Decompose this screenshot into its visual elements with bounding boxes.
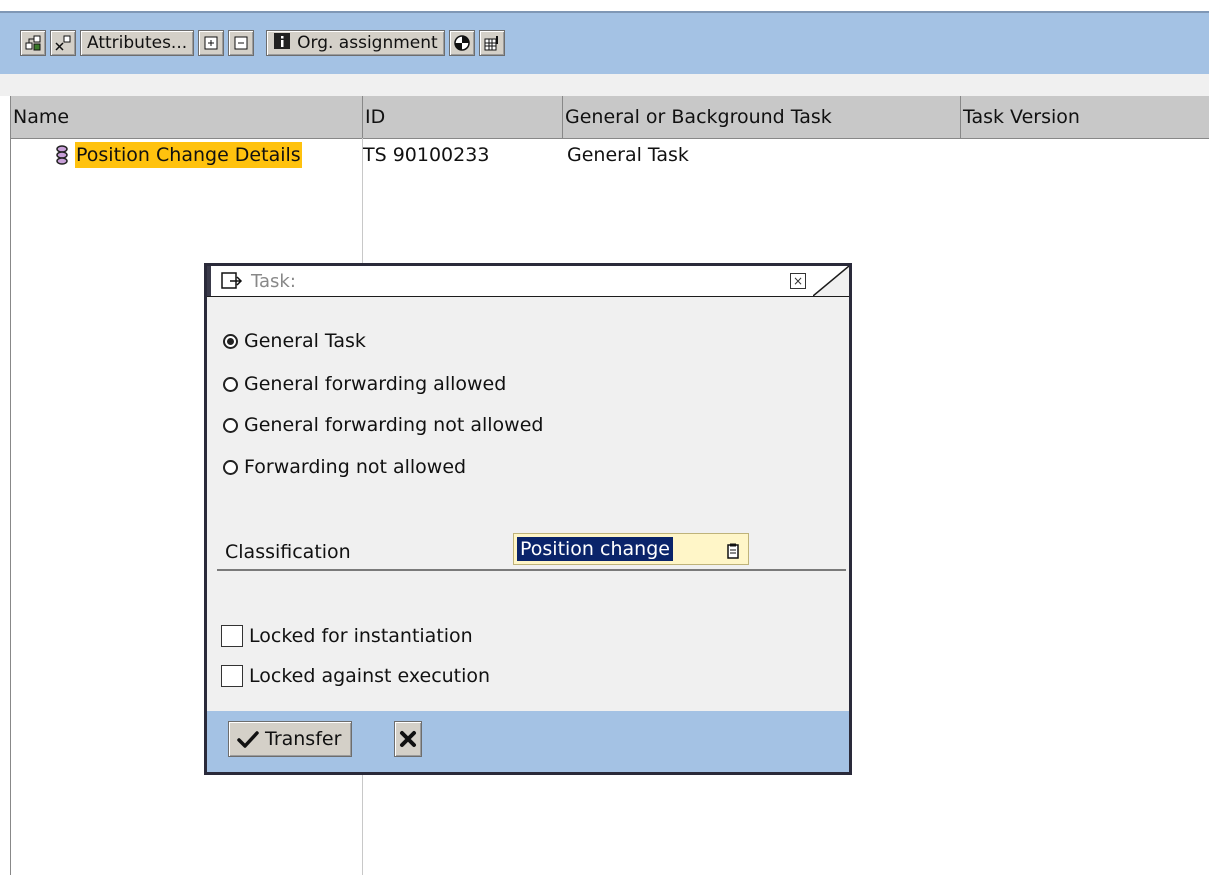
collapse-icon[interactable] (228, 30, 255, 56)
remove-structure-icon[interactable] (50, 30, 76, 56)
radio-button[interactable] (223, 459, 238, 475)
checkbox[interactable] (221, 625, 243, 647)
radio-button-checked[interactable] (223, 333, 238, 349)
titlebar-corner (813, 266, 849, 296)
task-type: General Task (567, 144, 689, 166)
dialog-footer: Transfer (207, 711, 849, 772)
application-toolbar: Attributes... Org. assignment (0, 13, 1209, 74)
name-cell: Position Change Details (11, 142, 363, 168)
attributes-button[interactable]: Attributes... (80, 30, 195, 56)
table-header: Name ID General or Background Task Task … (11, 96, 1209, 139)
transfer-label: Transfer (265, 728, 342, 750)
close-icon[interactable]: × (790, 273, 806, 289)
value-help-icon[interactable] (726, 543, 740, 559)
radio-label: General forwarding not allowed (244, 414, 544, 436)
checkbox-label: Locked for instantiation (249, 625, 473, 647)
column-header-task-version[interactable]: Task Version (961, 96, 1209, 138)
checkbox-label: Locked against execution (249, 665, 491, 687)
cancel-icon (399, 730, 417, 748)
structure-icon[interactable] (20, 30, 46, 56)
task-icon (55, 145, 69, 165)
table-settings-icon[interactable] (478, 30, 505, 56)
dialog-title: Task: (251, 271, 296, 292)
radio-button[interactable] (223, 376, 238, 392)
column-header-task-type[interactable]: General or Background Task (563, 96, 961, 138)
dialog-icon (221, 272, 243, 294)
toolbar-buttons: Attributes... Org. assignment (20, 29, 505, 57)
expand-icon[interactable] (198, 30, 225, 56)
classification-field[interactable]: Position change (513, 533, 749, 565)
org-assignment-button[interactable]: Org. assignment (266, 30, 445, 56)
checkmark-icon (237, 730, 259, 748)
title-strip (0, 0, 1209, 13)
radio-label: Forwarding not allowed (244, 456, 467, 478)
checkbox-locked-for-instantiation[interactable]: Locked for instantiation (221, 625, 473, 647)
org-assignment-label: Org. assignment (297, 33, 438, 53)
radio-general-task[interactable]: General Task (223, 330, 366, 352)
checkbox-locked-against-execution[interactable]: Locked against execution (221, 665, 490, 687)
attributes-label: Attributes... (87, 33, 188, 53)
radio-label: General Task (244, 330, 366, 352)
checkbox[interactable] (221, 665, 243, 687)
classification-value[interactable]: Position change (517, 537, 673, 561)
radio-label: General forwarding allowed (244, 373, 507, 395)
graphic-icon[interactable] (448, 30, 475, 56)
cancel-button[interactable] (394, 721, 422, 757)
classification-row: Classification Position change (217, 529, 846, 571)
transfer-button[interactable]: Transfer (228, 721, 353, 757)
column-header-id[interactable]: ID (363, 96, 563, 138)
task-name[interactable]: Position Change Details (75, 142, 302, 168)
table-row[interactable]: Position Change Details TS 90100233 Gene… (11, 138, 965, 172)
dialog-titlebar: Task: × (207, 266, 849, 297)
task-dialog: Task: × General Task General forwarding … (204, 263, 852, 775)
column-header-name[interactable]: Name (11, 96, 363, 138)
classification-label: Classification (225, 541, 351, 563)
task-id: TS 90100233 (363, 144, 490, 166)
titlebar-accent (207, 266, 211, 296)
toolbar-gap (0, 74, 1209, 96)
radio-general-forwarding-allowed[interactable]: General forwarding allowed (223, 373, 506, 395)
info-icon (273, 32, 291, 55)
radio-forwarding-not-allowed[interactable]: Forwarding not allowed (223, 456, 466, 478)
radio-general-forwarding-not-allowed[interactable]: General forwarding not allowed (223, 414, 543, 436)
radio-button[interactable] (223, 417, 238, 433)
